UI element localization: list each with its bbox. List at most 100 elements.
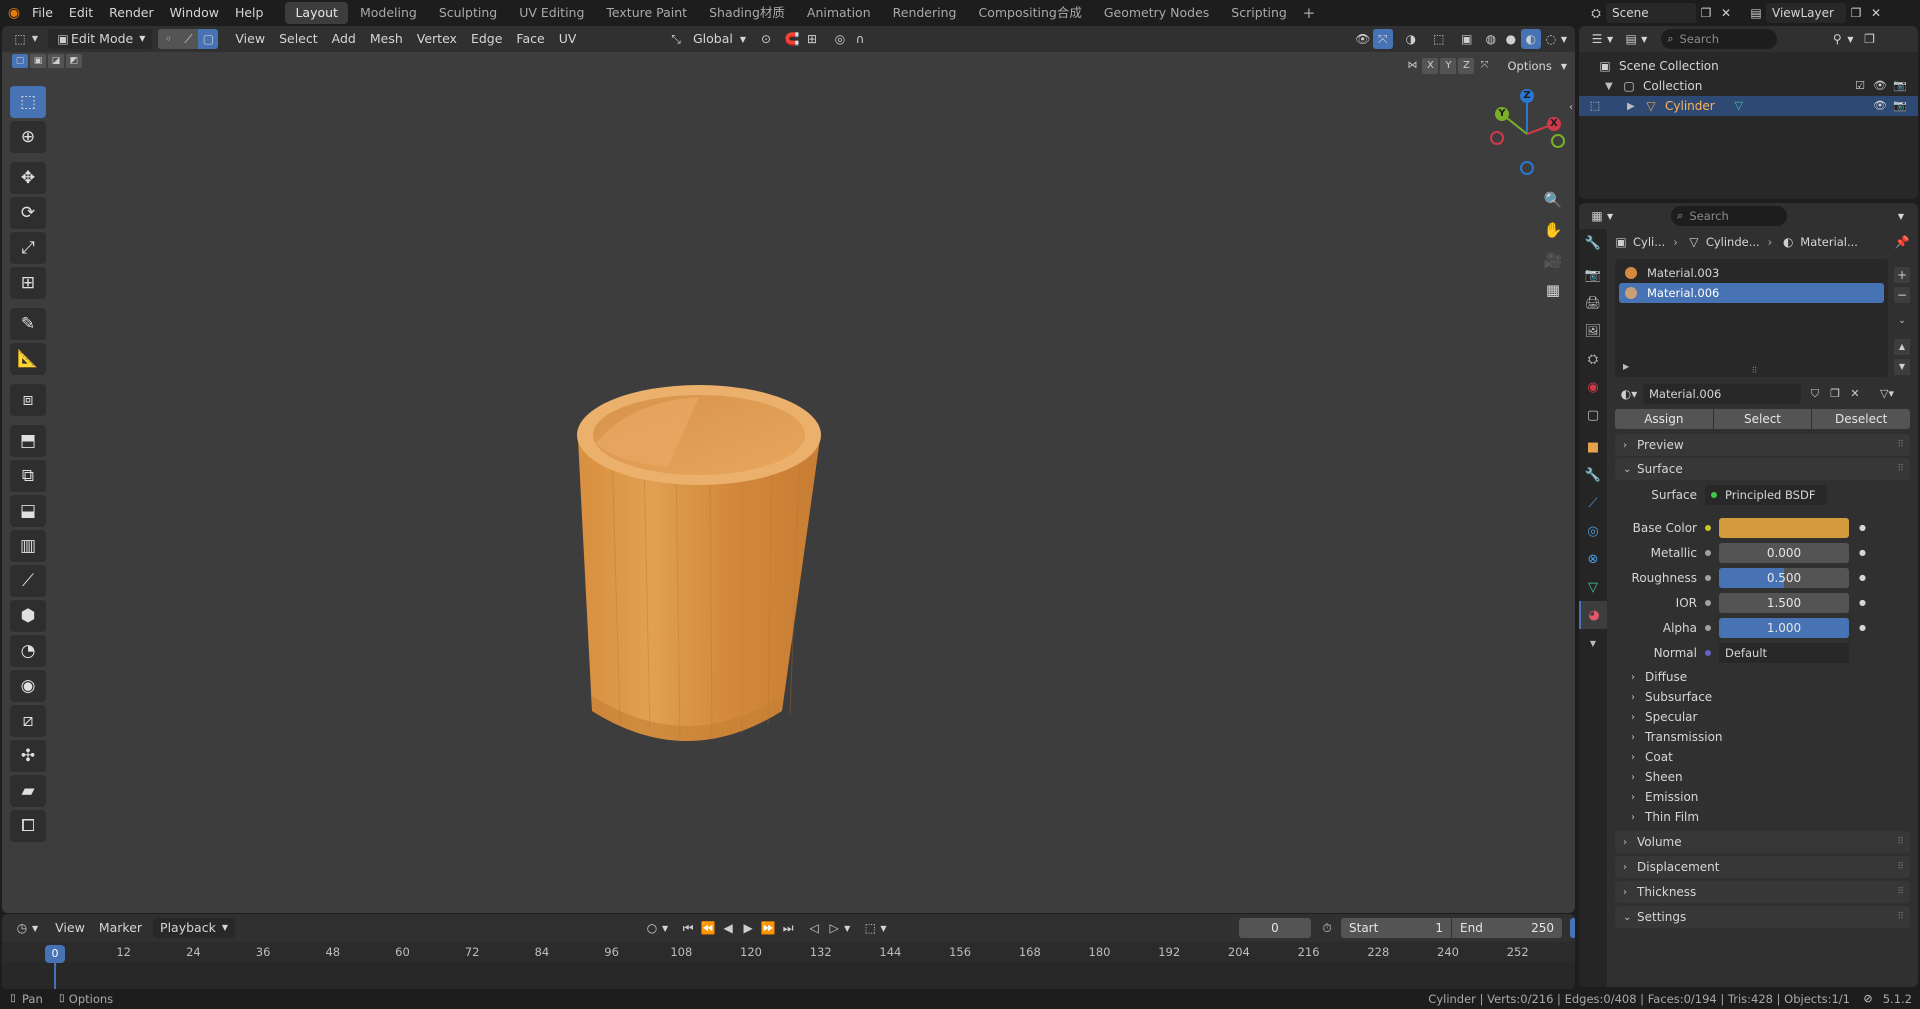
eye-icon[interactable]: 👁 — [1870, 76, 1890, 96]
filter-icon[interactable]: ⚲ — [1827, 29, 1847, 49]
tool-tab-icon[interactable]: 🔧 — [1579, 229, 1607, 257]
preview-panel-header[interactable]: › Preview ⠿ — [1615, 434, 1910, 456]
transform-orientation-dropdown[interactable]: Global — [686, 29, 740, 49]
mesh-overlay-icon[interactable]: ⬚ — [1429, 29, 1449, 49]
surface-shader-field[interactable]: Principled BSDF — [1705, 484, 1827, 505]
scene-selector[interactable]: Scene — [1606, 3, 1696, 23]
particles-tab-icon[interactable]: ⟋ — [1579, 489, 1607, 517]
topology-mirror-icon[interactable]: ⤧ — [1476, 58, 1492, 74]
add-cube-tool[interactable]: ⧈ — [10, 384, 46, 416]
keyframe-dot-icon[interactable]: ● — [1859, 623, 1866, 632]
proportional-edit-icon[interactable]: ◎ — [830, 29, 850, 49]
gizmo-x-axis[interactable]: X — [1547, 117, 1561, 131]
camera-render-icon[interactable]: 📷 — [1890, 76, 1910, 96]
keyframe-dot-icon[interactable]: ● — [1859, 573, 1866, 582]
chevron-down-icon[interactable]: ▼ — [1607, 212, 1613, 221]
menu-file[interactable]: File — [24, 0, 61, 26]
gizmo-y-axis[interactable]: Y — [1495, 107, 1509, 121]
value-socket-icon[interactable] — [1705, 624, 1711, 631]
outliner-row-cylinder[interactable]: ⬚ ▶ ▽ Cylinder ▽ 👁 📷 — [1579, 96, 1918, 116]
value-socket-icon[interactable] — [1705, 549, 1711, 556]
gizmo-neg-x[interactable] — [1490, 131, 1504, 145]
output-tab-icon[interactable]: 🖨 — [1579, 289, 1607, 317]
chevron-down-icon[interactable]: ▼ — [662, 924, 668, 933]
timeline-menu-marker[interactable]: Marker — [92, 918, 149, 938]
blender-logo-icon[interactable]: ◉ — [4, 3, 24, 23]
network-off-icon[interactable]: ⊘ — [1858, 989, 1878, 1009]
mirror-icon[interactable]: ⋈ — [1404, 58, 1420, 74]
select-new-icon[interactable]: ▢ — [12, 54, 28, 68]
value-socket-icon[interactable] — [1705, 574, 1711, 581]
chevron-down-icon[interactable]: ▼ — [1898, 212, 1904, 221]
keyframe-dot-icon[interactable]: ● — [1859, 523, 1866, 532]
link-mode-icon[interactable]: ▽▾ — [1877, 384, 1897, 404]
assign-button[interactable]: Assign — [1615, 409, 1713, 429]
knife-tool[interactable]: ⟋ — [10, 565, 46, 597]
drag-handle-icon[interactable]: ⠿ — [1897, 440, 1904, 450]
frame-ruler[interactable]: 0 12 24 36 48 60 72 84 96 108 120 132 144 156 168 180 19… — [2, 942, 1575, 962]
workspace-tab-scripting[interactable]: Scripting — [1221, 2, 1297, 24]
expand-chevron-icon[interactable]: ▶ — [1627, 101, 1641, 112]
workspace-tab-compositing[interactable]: Compositing合成 — [968, 2, 1091, 24]
alpha-field[interactable]: 1.000 — [1719, 617, 1849, 638]
poly-build-tool[interactable]: ⬢ — [10, 600, 46, 632]
workspace-tab-layout[interactable]: Layout — [285, 2, 348, 24]
menu-window[interactable]: Window — [162, 0, 227, 26]
material-browse-icon[interactable]: ◐▾ — [1615, 384, 1643, 404]
visibility-icon[interactable]: 👁 — [1353, 29, 1373, 49]
fake-user-shield-icon[interactable]: ⛉ — [1805, 384, 1825, 404]
solid-shading-icon[interactable]: ● — [1501, 29, 1521, 49]
material-slot-item-selected[interactable]: Material.006 — [1619, 283, 1884, 303]
new-scene-icon[interactable]: ❐ — [1696, 3, 1716, 23]
timeline-menu-view[interactable]: View — [48, 918, 92, 938]
material-slot-list[interactable]: Material.003 Material.006 ▶ ⠿ — [1615, 259, 1888, 377]
editor-type-icon[interactable]: ⬚ — [10, 29, 30, 49]
keying-icon[interactable]: ⬚ — [860, 918, 880, 938]
normal-field[interactable]: Default — [1719, 642, 1849, 663]
resize-handle-icon[interactable]: ⠿ — [1752, 366, 1758, 375]
subpanel-transmission[interactable]: › Transmission — [1607, 727, 1918, 747]
shrink-fatten-tool[interactable]: ✣ — [10, 740, 46, 772]
view-layer-selector[interactable]: ViewLayer — [1766, 3, 1846, 23]
perspective-toggle-icon[interactable]: ▦ — [1540, 277, 1566, 303]
keyframe-dot-icon[interactable]: ● — [1859, 598, 1866, 607]
rotate-tool[interactable]: ⟳ — [10, 197, 46, 229]
edge-slide-tool[interactable]: ⧄ — [10, 705, 46, 737]
playback-dropdown[interactable]: Playback ▼ — [153, 918, 235, 938]
chevron-down-icon[interactable]: ▼ — [1607, 35, 1613, 44]
eye-icon[interactable]: 👁 — [1870, 96, 1890, 116]
prev-keyframe-icon[interactable]: ⏪ — [698, 918, 718, 938]
scene-icon[interactable]: ⛭ — [1586, 3, 1606, 23]
new-collection-icon[interactable]: ❐ — [1859, 29, 1879, 49]
3d-viewport[interactable]: ⬚ ▼ ▣ Edit Mode ▼ ◦ ⟋ ▢ View Select Add … — [2, 26, 1575, 913]
axis-x-toggle[interactable]: X — [1422, 58, 1439, 74]
menu-add[interactable]: Add — [325, 29, 363, 49]
delete-view-layer-icon[interactable]: ✕ — [1866, 3, 1886, 23]
subpanel-thin-film[interactable]: › Thin Film — [1607, 807, 1918, 827]
remove-slot-icon[interactable]: − — [1894, 287, 1910, 303]
view-sync-icon[interactable]: ⟳ — [1570, 918, 1575, 938]
menu-edit[interactable]: Edit — [61, 0, 101, 26]
spin-tool[interactable]: ◔ — [10, 635, 46, 667]
chevron-down-icon[interactable]: ▼ — [1561, 35, 1567, 44]
subpanel-emission[interactable]: › Emission — [1607, 787, 1918, 807]
jump-end-icon[interactable]: ⏭ — [778, 918, 798, 938]
keyframe-dot-icon[interactable]: ● — [1859, 548, 1866, 557]
axis-y-toggle[interactable]: Y — [1440, 58, 1457, 74]
falloff-icon[interactable]: ∩ — [850, 29, 870, 49]
thickness-panel-header[interactable]: › Thickness ⠿ — [1615, 881, 1910, 903]
next-keyframe-icon[interactable]: ⏩ — [758, 918, 778, 938]
exclude-checkbox[interactable]: ☑ — [1850, 76, 1870, 96]
workspace-tab-rendering[interactable]: Rendering — [883, 2, 967, 24]
properties-editor-type-icon[interactable]: ▦ — [1587, 206, 1607, 226]
wireframe-shading-icon[interactable]: ◍ — [1481, 29, 1501, 49]
modifier-tab-icon[interactable]: 🔧 — [1579, 461, 1607, 489]
playhead-frame-badge[interactable]: 0 — [45, 945, 65, 963]
bevel-tool[interactable]: ⬓ — [10, 495, 46, 527]
menu-view[interactable]: View — [228, 29, 272, 49]
select-intersect-icon[interactable]: ◩ — [66, 54, 82, 68]
chevron-down-icon[interactable]: ▼ — [844, 924, 850, 933]
view-layer-icon[interactable]: ▤ — [1746, 3, 1766, 23]
zoom-icon[interactable]: 🔍 — [1540, 187, 1566, 213]
drag-handle-icon[interactable]: ⠿ — [1897, 464, 1904, 474]
